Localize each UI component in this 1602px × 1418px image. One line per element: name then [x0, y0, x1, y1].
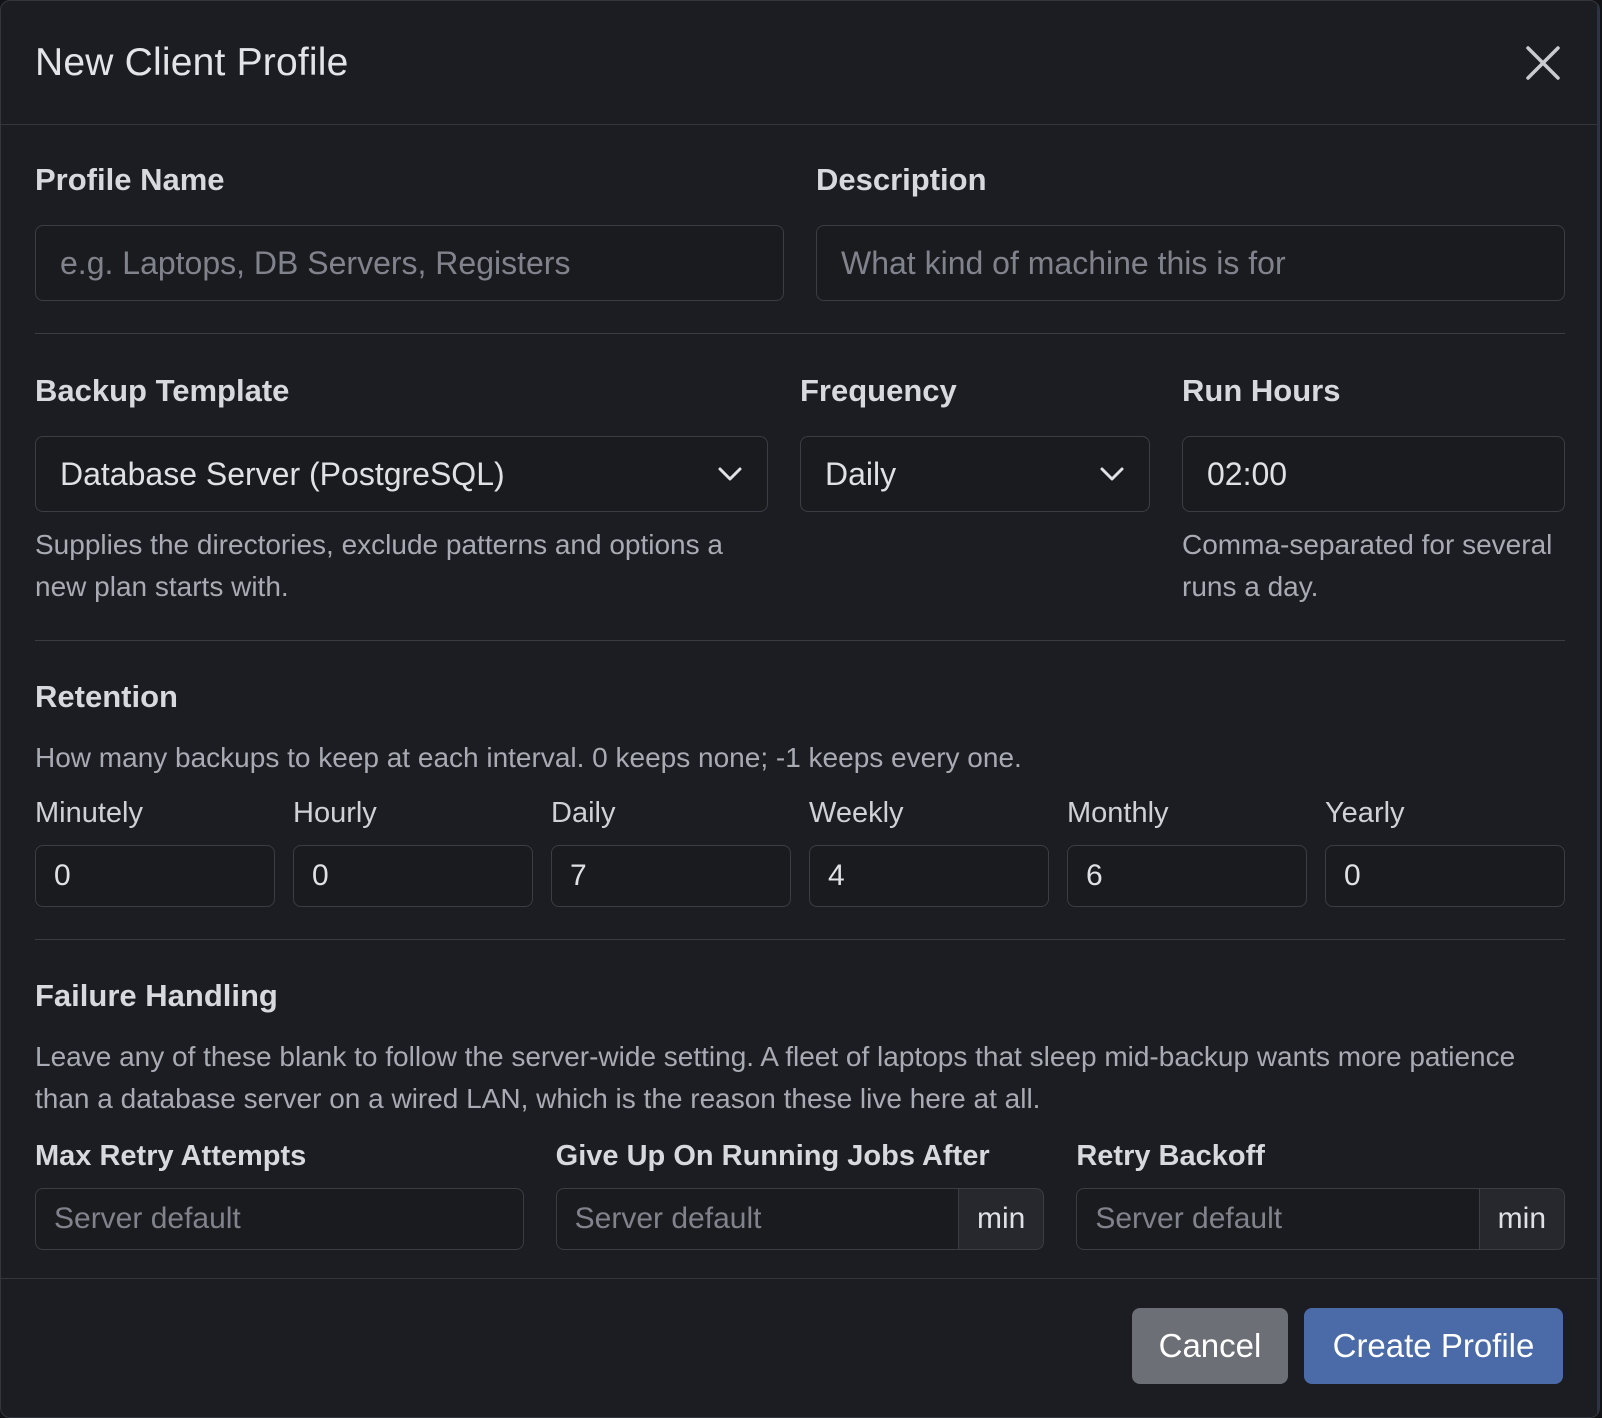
retention-hourly-field: Hourly [293, 795, 533, 907]
give-up-label: Give Up On Running Jobs After [555, 1140, 990, 1172]
backup-template-label: Backup Template [35, 373, 290, 408]
retention-monthly-label: Monthly [1067, 797, 1169, 829]
retention-daily-field: Daily [551, 795, 791, 907]
schedule-row: Backup Template Database Server (Postgre… [35, 372, 1565, 608]
description-field: Description [816, 161, 1565, 301]
retention-description: How many backups to keep at each interva… [35, 742, 1022, 773]
retention-hourly-label: Hourly [293, 797, 377, 829]
section-divider [35, 939, 1565, 940]
dialog-body: Profile Name Description Backup Template… [1, 125, 1599, 1279]
failure-handling-description: Leave any of these blank to follow the s… [35, 1041, 1516, 1114]
retry-backoff-input[interactable] [1076, 1188, 1480, 1250]
max-retry-input[interactable] [35, 1188, 524, 1250]
retry-backoff-unit: min [1479, 1188, 1566, 1250]
backup-template-value: Database Server (PostgreSQL) [60, 455, 505, 492]
section-divider [35, 640, 1565, 641]
retention-yearly-label: Yearly [1325, 797, 1405, 829]
profile-name-label: Profile Name [35, 162, 225, 197]
new-client-profile-dialog: New Client Profile Profile Name Descript… [0, 0, 1600, 1418]
failure-handling-title: Failure Handling [35, 978, 278, 1013]
close-button[interactable] [1519, 39, 1567, 87]
retention-daily-input[interactable] [551, 845, 791, 907]
retention-title: Retention [35, 679, 178, 714]
close-icon [1526, 45, 1560, 80]
retry-backoff-input-group: min [1076, 1188, 1566, 1250]
retention-daily-label: Daily [551, 797, 616, 829]
retention-weekly-input[interactable] [809, 845, 1049, 907]
retention-monthly-input[interactable] [1067, 845, 1307, 907]
retention-minutely-label: Minutely [35, 797, 143, 829]
give-up-input-group: min [555, 1188, 1045, 1250]
section-divider [35, 333, 1565, 334]
run-hours-label: Run Hours [1182, 373, 1341, 408]
run-hours-input[interactable] [1182, 436, 1565, 512]
backup-template-select[interactable]: Database Server (PostgreSQL) [35, 436, 768, 512]
dialog-header: New Client Profile [1, 1, 1599, 125]
retention-fields: Minutely Hourly Daily Weekly Monthly Yea… [35, 795, 1565, 907]
backup-template-help: Supplies the directories, exclude patter… [35, 529, 723, 602]
profile-row: Profile Name Description [35, 161, 1565, 301]
run-hours-field: Run Hours Comma-separated for several ru… [1182, 372, 1565, 608]
retention-monthly-field: Monthly [1067, 795, 1307, 907]
frequency-label: Frequency [800, 373, 957, 408]
failure-fields: Max Retry Attempts Give Up On Running Jo… [35, 1138, 1566, 1250]
backup-template-field: Backup Template Database Server (Postgre… [35, 372, 768, 608]
give-up-field: Give Up On Running Jobs After min [555, 1138, 1045, 1250]
retention-hourly-input[interactable] [293, 845, 533, 907]
retention-yearly-field: Yearly [1325, 795, 1565, 907]
description-label: Description [816, 162, 987, 197]
max-retry-field: Max Retry Attempts [35, 1138, 524, 1250]
retention-weekly-label: Weekly [809, 797, 904, 829]
background-edge [1597, 1, 1599, 1417]
max-retry-label: Max Retry Attempts [35, 1140, 307, 1172]
run-hours-help: Comma-separated for several runs a day. [1182, 529, 1553, 602]
give-up-unit: min [959, 1188, 1045, 1250]
frequency-select[interactable]: Daily [800, 436, 1150, 512]
cancel-button[interactable]: Cancel [1132, 1308, 1288, 1384]
frequency-value: Daily [825, 455, 897, 492]
chevron-down-icon [1100, 467, 1124, 481]
retry-backoff-label: Retry Backoff [1076, 1140, 1265, 1172]
chevron-down-icon [718, 467, 742, 481]
give-up-input[interactable] [555, 1188, 959, 1250]
profile-name-input[interactable] [35, 225, 784, 301]
retention-minutely-input[interactable] [35, 845, 275, 907]
retention-weekly-field: Weekly [809, 795, 1049, 907]
retry-backoff-field: Retry Backoff min [1076, 1138, 1566, 1250]
dialog-title: New Client Profile [35, 40, 349, 84]
create-profile-button[interactable]: Create Profile [1304, 1308, 1563, 1384]
description-input[interactable] [816, 225, 1565, 301]
dialog-footer: Cancel Create Profile [1, 1279, 1599, 1417]
retention-yearly-input[interactable] [1325, 845, 1565, 907]
profile-name-field: Profile Name [35, 161, 784, 301]
frequency-field: Frequency Daily [800, 372, 1150, 608]
retention-minutely-field: Minutely [35, 795, 275, 907]
